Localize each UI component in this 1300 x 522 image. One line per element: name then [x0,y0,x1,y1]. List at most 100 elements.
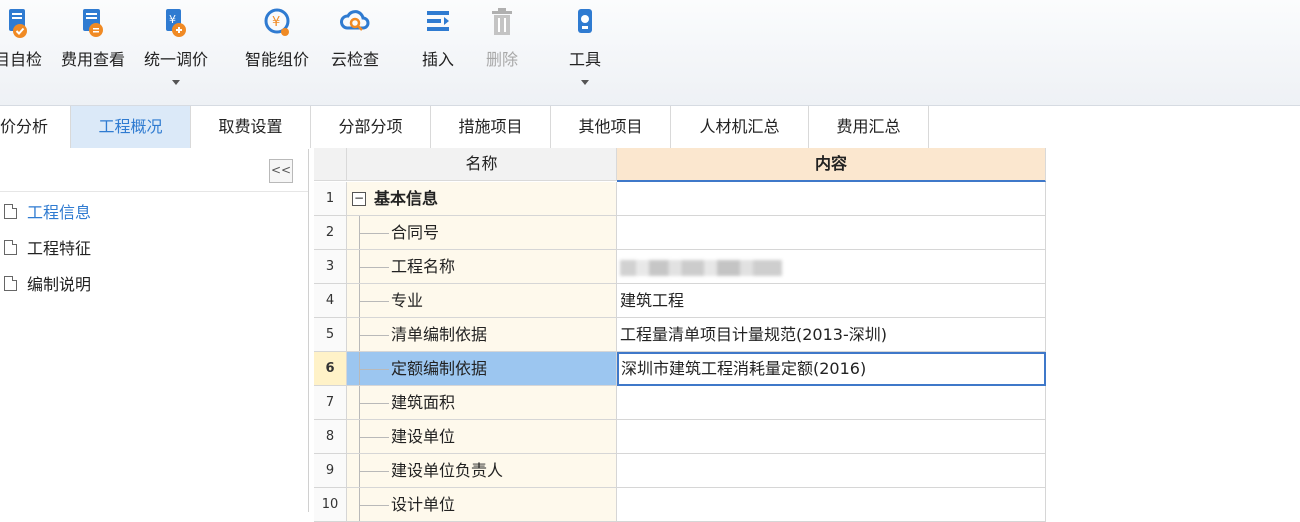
field-label: 建设单位负责人 [391,461,504,480]
field-label: 清单编制依据 [391,325,488,344]
row-number-header [314,148,347,181]
svg-text:¥: ¥ [169,13,176,26]
name-cell[interactable]: 建筑面积 [347,386,617,420]
name-cell[interactable]: 专业 [347,284,617,318]
content-cell[interactable] [617,488,1046,522]
document-icon [4,240,17,255]
content-cell[interactable] [617,250,1046,284]
row-number: 10 [314,488,347,522]
content-cell[interactable] [617,182,1046,216]
field-label: 建设单位 [391,427,456,446]
sidebar: << 工程信息 工程特征 编制说明 [0,149,309,512]
insert-label: 插入 [421,50,454,69]
name-column-header[interactable]: 名称 [347,148,617,181]
field-label: 工程名称 [391,257,456,276]
collapse-button[interactable]: << [269,159,293,183]
content-cell[interactable] [617,454,1046,488]
document-icon [4,204,17,219]
cloud-check-icon [340,10,370,31]
name-cell[interactable]: 清单编制依据 [347,318,617,352]
fee-view-icon [83,9,103,37]
unified-price-icon: ¥ [166,9,186,37]
cloud-check-label: 云检查 [330,50,379,69]
content-cell[interactable]: 建筑工程 [617,284,1046,318]
name-cell[interactable]: 定额编制依据 [347,352,617,386]
tab-project-overview[interactable]: 工程概况 [71,106,191,148]
row-number: 7 [314,386,347,420]
divider [0,191,308,192]
self-check-icon [9,9,27,38]
field-label: 设计单位 [391,495,456,514]
row-number: 2 [314,216,347,250]
delete-label: 删除 [485,50,518,69]
table-row[interactable]: 9 建设单位负责人 [314,454,1046,488]
table-row[interactable]: 8 建设单位 [314,420,1046,454]
name-cell[interactable]: 设计单位 [347,488,617,522]
table-row[interactable]: 7 建筑面积 [314,386,1046,420]
table-row[interactable]: 2 合同号 [314,216,1046,250]
redacted-project-name [620,259,782,276]
name-cell[interactable]: 建设单位负责人 [347,454,617,488]
smart-pricing-label: 智能组价 [244,50,309,69]
row-number: 9 [314,454,347,488]
name-cell[interactable]: − 基本信息 [347,182,617,216]
smart-pricing-button[interactable]: ¥ 智能组价 [238,0,316,100]
sidebar-item-project-features[interactable]: 工程特征 [4,237,91,261]
tab-labor-material-summary[interactable]: 人材机汇总 [671,106,809,148]
content-cell[interactable] [617,386,1046,420]
sidebar-item-label: 工程特征 [27,239,92,258]
sidebar-item-project-info[interactable]: 工程信息 [4,201,91,225]
self-check-button[interactable]: 目自检 [0,0,46,100]
tools-button[interactable]: 工具 [560,0,610,100]
sidebar-item-label: 工程信息 [27,203,92,222]
table-row-selected[interactable]: 6 定额编制依据 深圳市建筑工程消耗量定额(2016) [314,352,1046,386]
row-number: 4 [314,284,347,318]
row-number: 8 [314,420,347,454]
content-column-header[interactable]: 内容 [617,148,1046,182]
delete-button[interactable]: 删除 [478,0,526,100]
info-grid: 名称 内容 1 − 基本信息 2 合同号 3 工程名称 4 专业 建筑工程 5 … [314,148,1046,522]
sidebar-item-label: 编制说明 [27,275,92,294]
self-check-label: 目自检 [0,50,42,69]
cloud-check-button[interactable]: 云检查 [324,0,386,100]
table-row[interactable]: 1 − 基本信息 [314,182,1046,216]
content-cell[interactable] [617,420,1046,454]
toolbar: 目自检 费用查看 ¥ 统一调价 ¥ 智能组价 云检查 插入 删除 工具 [0,0,1300,106]
field-label: 定额编制依据 [391,359,488,378]
name-cell[interactable]: 工程名称 [347,250,617,284]
tools-icon [578,9,592,33]
tab-bar: 价分析 工程概况 取费设置 分部分项 措施项目 其他项目 人材机汇总 费用汇总 [0,106,1300,148]
tab-cost-summary[interactable]: 费用汇总 [809,106,929,148]
chevron-down-icon[interactable] [172,80,180,85]
fee-view-label: 费用查看 [60,50,125,69]
content-cell[interactable] [617,216,1046,250]
table-row[interactable]: 10 设计单位 [314,488,1046,522]
tab-other-items[interactable]: 其他项目 [551,106,671,148]
tools-label: 工具 [568,50,601,69]
tab-fee-settings[interactable]: 取费设置 [191,106,311,148]
collapse-tree-icon[interactable]: − [352,192,366,206]
name-cell[interactable]: 建设单位 [347,420,617,454]
tab-price-analysis[interactable]: 价分析 [0,106,71,148]
tab-sub-items[interactable]: 分部分项 [311,106,431,148]
unified-price-label: 统一调价 [143,50,208,69]
row-number: 3 [314,250,347,284]
svg-text:¥: ¥ [272,15,280,30]
table-row[interactable]: 4 专业 建筑工程 [314,284,1046,318]
table-row[interactable]: 5 清单编制依据 工程量清单项目计量规范(2013-深圳) [314,318,1046,352]
field-label: 专业 [391,291,424,310]
row-number: 5 [314,318,347,352]
unified-price-button[interactable]: ¥ 统一调价 [138,0,214,100]
row-number: 6 [314,352,347,386]
chevron-down-icon[interactable] [581,80,589,85]
content-cell[interactable]: 工程量清单项目计量规范(2013-深圳) [617,318,1046,352]
name-cell[interactable]: 合同号 [347,216,617,250]
row-number: 1 [314,182,347,216]
fee-view-button[interactable]: 费用查看 [56,0,130,100]
table-row[interactable]: 3 工程名称 [314,250,1046,284]
insert-button[interactable]: 插入 [414,0,462,100]
tab-measures[interactable]: 措施项目 [431,106,551,148]
sidebar-item-compile-notes[interactable]: 编制说明 [4,273,91,297]
smart-pricing-icon: ¥ [264,8,290,36]
content-cell-active[interactable]: 深圳市建筑工程消耗量定额(2016) [617,352,1046,386]
